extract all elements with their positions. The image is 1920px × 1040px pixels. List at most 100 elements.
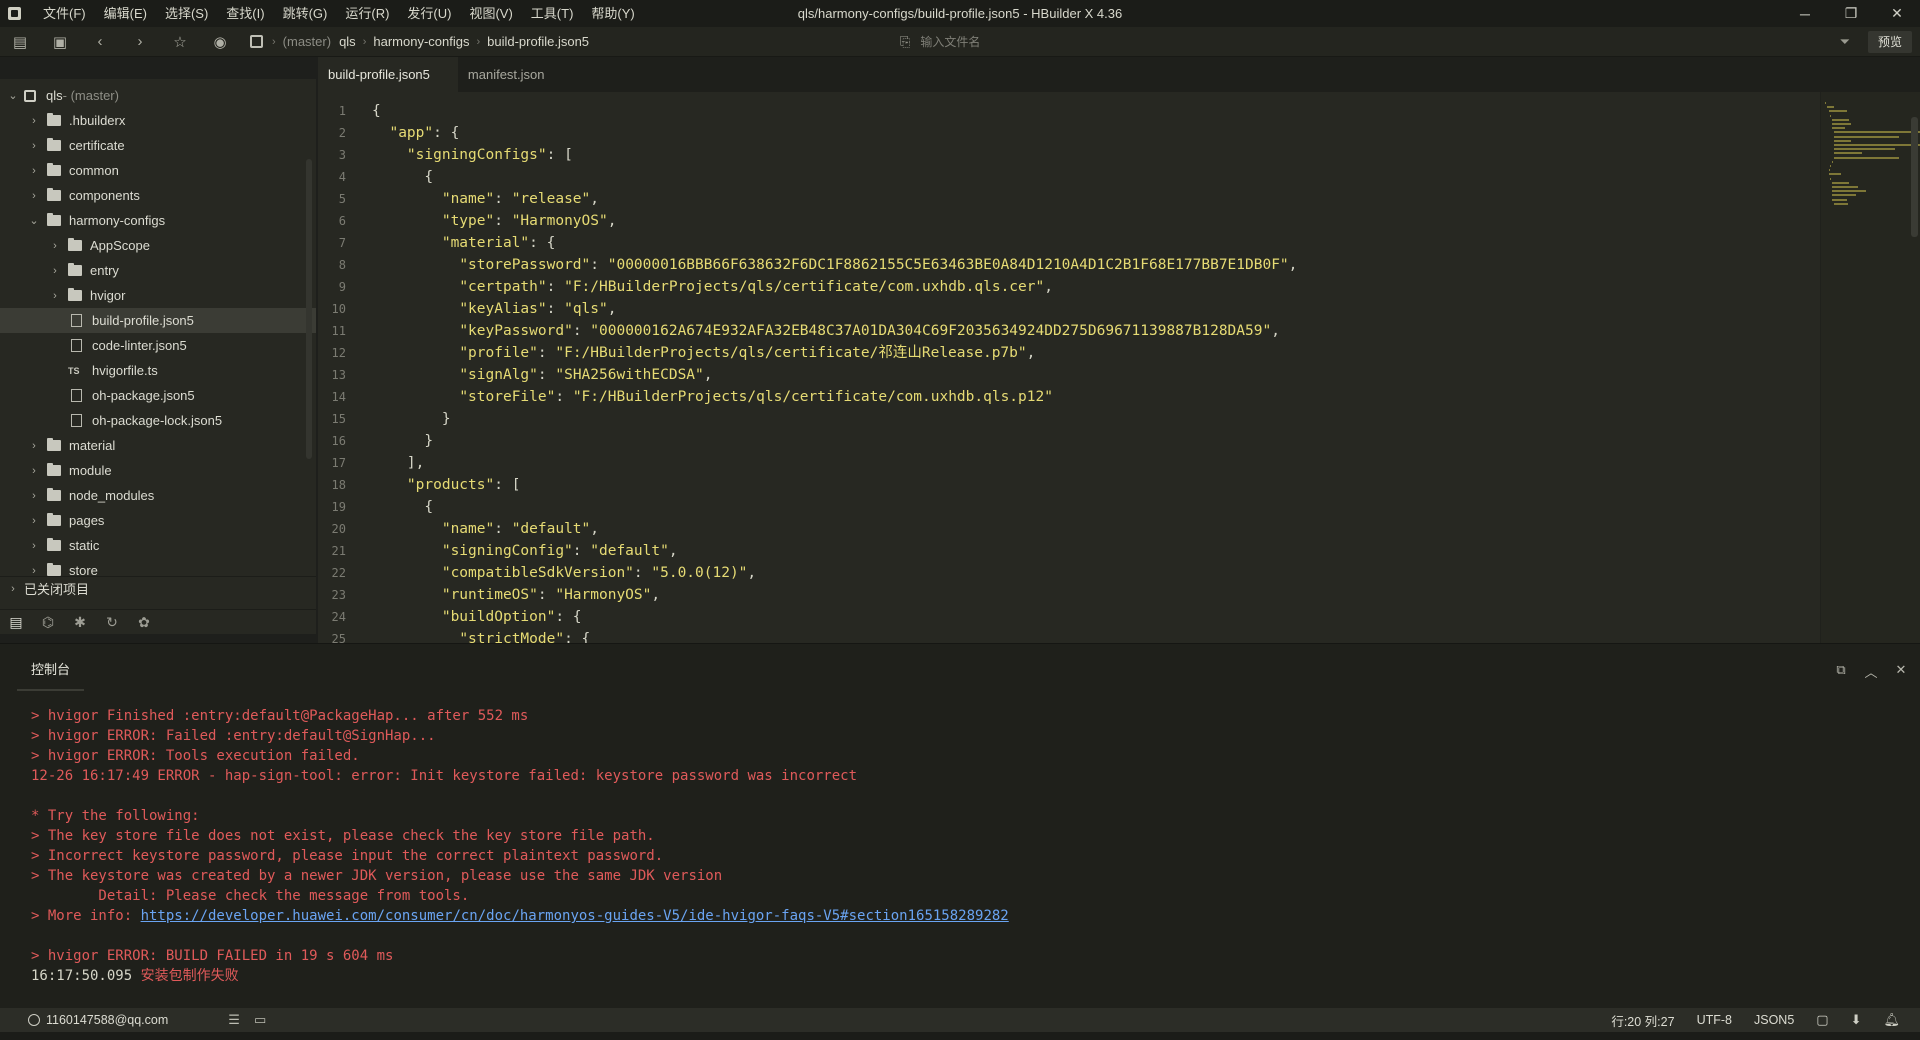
palette-icon[interactable]: ✿: [128, 614, 160, 631]
file-icon: [71, 339, 82, 352]
menu-item[interactable]: 工具(T): [522, 0, 583, 27]
bug-icon[interactable]: ✱: [64, 614, 96, 631]
tree-item[interactable]: › pages: [0, 508, 316, 533]
menu-item[interactable]: 视图(V): [460, 0, 521, 27]
console-panel: 控制台 ⧉ ︿ ✕ > hvigor Finished :entry:defau…: [0, 643, 1920, 1008]
close-button[interactable]: ✕: [1874, 0, 1920, 27]
tree-item[interactable]: oh-package.json5: [0, 383, 316, 408]
code-area[interactable]: 1{2 "app": {3 "signingConfigs": [4 {5 "n…: [318, 100, 1818, 650]
menu-item[interactable]: 发行(U): [398, 0, 460, 27]
close-panel-icon[interactable]: ✕: [1890, 662, 1912, 681]
tab-build-profile[interactable]: build-profile.json5: [318, 57, 458, 92]
back-icon[interactable]: ‹: [80, 27, 120, 57]
console-line: * Try the following:: [31, 806, 1891, 826]
bottom-strip: [0, 1032, 1920, 1040]
project-manager-icon[interactable]: ▤: [0, 614, 32, 631]
sidebar-scrollbar[interactable]: [306, 159, 312, 459]
tab-console[interactable]: 控制台: [17, 658, 85, 691]
restore-button[interactable]: ❐: [1828, 0, 1874, 27]
tree-item[interactable]: › .hbuilderx: [0, 108, 316, 133]
line-number: 7: [338, 236, 346, 250]
tree-item[interactable]: › entry: [0, 258, 316, 283]
chevron-right-icon: ›: [32, 539, 36, 552]
menu-item[interactable]: 文件(F): [34, 0, 95, 27]
maximize-panel-icon[interactable]: ︿: [1860, 662, 1882, 681]
run-icon[interactable]: ◉: [200, 27, 240, 57]
star-icon[interactable]: ☆: [160, 27, 200, 57]
outline-icon[interactable]: ☰: [228, 1012, 240, 1028]
tree-item[interactable]: ⌄ harmony-configs: [0, 208, 316, 233]
code-text: {: [372, 169, 434, 185]
menu-item[interactable]: 跳转(G): [274, 0, 337, 27]
tab-manifest[interactable]: manifest.json: [458, 57, 573, 92]
console-text: > The key store file does not exist, ple…: [31, 828, 655, 844]
minimap-line: [1834, 139, 1852, 142]
breadcrumb-item[interactable]: qls: [335, 34, 360, 49]
minimize-button[interactable]: ─: [1782, 0, 1828, 27]
breadcrumb-item[interactable]: build-profile.json5: [483, 34, 593, 49]
line-number: 5: [338, 192, 346, 206]
code-text: "products": [: [406, 477, 521, 493]
tree-item[interactable]: › module: [0, 458, 316, 483]
tree-item[interactable]: build-profile.json5: [0, 308, 316, 333]
menu-item[interactable]: 帮助(Y): [582, 0, 643, 27]
tree-item[interactable]: ⌄ qls - (master): [0, 83, 316, 108]
forward-icon[interactable]: ›: [120, 27, 160, 57]
editor-scrollbar[interactable]: [1911, 117, 1918, 237]
file-language[interactable]: JSON5: [1754, 1013, 1794, 1027]
console-timestamp: 16:17:50.095: [31, 968, 141, 984]
console-link[interactable]: https://developer.huawei.com/consumer/cn…: [141, 908, 1009, 924]
minimap-line: [1834, 202, 1849, 205]
console-tools: ⧉ ︿ ✕: [1830, 662, 1912, 681]
closed-projects-row[interactable]: › 已关闭项目: [0, 576, 316, 600]
chevron-right-icon: ›: [32, 164, 36, 177]
bell-icon[interactable]: 🔔︎: [1883, 1012, 1900, 1028]
file-search-input[interactable]: [920, 35, 1221, 49]
tree-item[interactable]: › AppScope: [0, 233, 316, 258]
menu-item[interactable]: 编辑(E): [95, 0, 156, 27]
user-icon: [28, 1014, 40, 1026]
save-icon[interactable]: ▣: [40, 27, 80, 57]
folder-icon: [47, 488, 61, 501]
tree-item[interactable]: › common: [0, 158, 316, 183]
binoculars-icon[interactable]: ⌬: [32, 614, 64, 631]
tree-item-label: harmony-configs: [69, 213, 166, 228]
tree-item[interactable]: › store: [0, 558, 316, 576]
tree-item[interactable]: › hvigor: [0, 283, 316, 308]
layout-icon[interactable]: ▢: [1816, 1012, 1828, 1028]
terminal-icon[interactable]: ▭: [254, 1012, 266, 1028]
tree-item[interactable]: TS hvigorfile.ts: [0, 358, 316, 383]
filter-icon[interactable]: ⏷: [1840, 27, 1850, 57]
closed-projects-label: 已关闭项目: [24, 582, 90, 597]
minimap[interactable]: [1820, 92, 1920, 643]
menu-item[interactable]: 选择(S): [156, 0, 217, 27]
file-encoding[interactable]: UTF-8: [1697, 1013, 1732, 1027]
code-text: "app": {: [389, 125, 460, 141]
preview-button[interactable]: 预览: [1867, 31, 1912, 53]
status-user[interactable]: 1160147588@qq.com: [28, 1013, 168, 1027]
tree-item[interactable]: › material: [0, 433, 316, 458]
user-email: 1160147588@qq.com: [46, 1013, 169, 1027]
breadcrumb-item[interactable]: harmony-configs: [369, 34, 473, 49]
code-text: {: [372, 499, 434, 515]
code-text: "name": "default",: [441, 521, 600, 537]
tree-item[interactable]: › node_modules: [0, 483, 316, 508]
menu-item[interactable]: 查找(I): [217, 0, 273, 27]
code-text: "certpath": "F:/HBuilderProjects/qls/cer…: [459, 279, 1053, 295]
new-file-icon[interactable]: ▤: [0, 27, 40, 57]
tree-item[interactable]: › certificate: [0, 133, 316, 158]
cursor-position[interactable]: 行:20 列:27: [1611, 1011, 1674, 1030]
menu-item[interactable]: 运行(R): [336, 0, 398, 27]
refresh-icon[interactable]: ↻: [96, 614, 128, 631]
tree-item[interactable]: › static: [0, 533, 316, 558]
download-icon[interactable]: ⬇: [1851, 1012, 1862, 1028]
tree-item[interactable]: › components: [0, 183, 316, 208]
tree-item[interactable]: oh-package-lock.json5: [0, 408, 316, 433]
tree-item[interactable]: code-linter.json5: [0, 333, 316, 358]
console-text: * Try the following:: [31, 808, 200, 824]
open-external-icon[interactable]: ⧉: [1830, 662, 1852, 681]
tree-item-branch: - (master): [62, 88, 119, 103]
tree-item-label: components: [69, 188, 140, 203]
code-text: "runtimeOS": "HarmonyOS",: [441, 587, 661, 603]
line-number: 23: [331, 588, 346, 602]
